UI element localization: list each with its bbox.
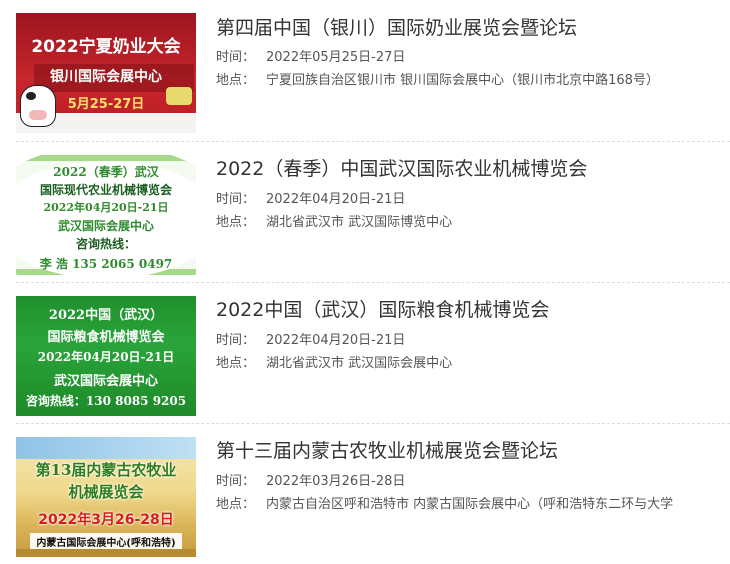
poster-text: 咨询热线：130 8085 9205	[25, 394, 187, 408]
event-time: 时间： 2022年04月20日-21日	[216, 332, 405, 350]
event-poster-link[interactable]: 第13届内蒙古农牧业 机械展览会 2022年3月26-28日 内蒙古国际会展中心…	[16, 437, 196, 557]
event-title-link[interactable]: 2022中国（武汉）国际粮食机械博览会	[216, 297, 549, 323]
list-item: 2022宁夏奶业大会 银川国际会展中心 5月25-27日 第四届中国（银川）国际…	[0, 0, 730, 141]
poster-text: 2022年04月20日-21日	[37, 350, 175, 364]
event-poster-link[interactable]: 2022（春季）武汉 国际现代农业机械博览会 2022年04月20日-21日 武…	[16, 155, 196, 275]
poster-sky	[16, 437, 196, 459]
time-value: 2022年04月20日-21日	[266, 192, 406, 207]
poster-field	[16, 549, 196, 557]
poster-text: 2022年3月26-28日	[38, 512, 174, 528]
poster-text: 2022（春季）武汉	[53, 165, 159, 179]
poster-text: 武汉国际会展中心	[57, 219, 154, 233]
poster-text: 内蒙古国际会展中心(呼和浩特)	[36, 538, 176, 549]
poster-text: 2022中国（武汉）	[48, 308, 164, 323]
time-value: 2022年04月20日-21日	[266, 333, 406, 348]
poster-text: 咨询热线：	[75, 237, 136, 251]
time-value: 2022年03月26日-28日	[266, 474, 406, 489]
time-label: 时间：	[216, 333, 256, 348]
list-item: 2022中国（武汉） 国际粮食机械博览会 2022年04月20日-21日 武汉国…	[0, 282, 730, 423]
time-value: 2022年05月25日-27日	[266, 50, 406, 65]
poster-text: 5月25-27日	[67, 97, 145, 112]
poster-text: 国际粮食机械博览会	[47, 330, 165, 345]
event-title-link[interactable]: 2022（春季）中国武汉国际农业机械博览会	[216, 156, 587, 182]
place-label: 地点：	[216, 497, 256, 512]
poster-text: 2022宁夏奶业大会	[31, 37, 181, 57]
event-place: 地点： 湖北省武汉市 武汉国际会展中心	[216, 355, 452, 373]
event-poster-link[interactable]: 2022中国（武汉） 国际粮食机械博览会 2022年04月20日-21日 武汉国…	[16, 296, 196, 416]
event-title-link[interactable]: 第四届中国（银川）国际奶业展览会暨论坛	[216, 15, 577, 41]
place-label: 地点：	[216, 73, 256, 88]
list-item: 第13届内蒙古农牧业 机械展览会 2022年3月26-28日 内蒙古国际会展中心…	[0, 423, 730, 564]
exhibition-list: 2022宁夏奶业大会 银川国际会展中心 5月25-27日 第四届中国（银川）国际…	[0, 0, 730, 563]
poster-text: 国际现代农业机械博览会	[39, 183, 172, 197]
place-label: 地点：	[216, 356, 256, 371]
divider	[16, 282, 730, 283]
event-poster-link[interactable]: 2022宁夏奶业大会 银川国际会展中心 5月25-27日	[16, 13, 196, 133]
poster-text: 2022年04月20日-21日	[43, 201, 169, 214]
event-place: 地点： 湖北省武汉市 武汉国际博览中心	[216, 214, 452, 232]
place-value: 湖北省武汉市 武汉国际博览中心	[266, 215, 453, 230]
event-time: 时间： 2022年05月25日-27日	[216, 49, 405, 67]
event-title-link[interactable]: 第十三届内蒙古农牧业机械展览会暨论坛	[216, 438, 558, 464]
event-place: 地点： 内蒙古自治区呼和浩特市 内蒙古国际会展中心（呼和浩特东二环与大学	[216, 496, 673, 514]
list-item: 2022（春季）武汉 国际现代农业机械博览会 2022年04月20日-21日 武…	[0, 141, 730, 282]
time-label: 时间：	[216, 50, 256, 65]
event-place: 地点： 宁夏回族自治区银川市 银川国际会展中心（银川市北京中路168号）	[216, 72, 659, 90]
poster-text: 第13届内蒙古农牧业	[35, 461, 177, 479]
place-value: 湖北省武汉市 武汉国际会展中心	[266, 356, 453, 371]
time-label: 时间：	[216, 192, 256, 207]
poster-text: 武汉国际会展中心	[53, 374, 158, 389]
event-time: 时间： 2022年03月26日-28日	[216, 473, 405, 491]
place-value: 内蒙古自治区呼和浩特市 内蒙古国际会展中心（呼和浩特东二环与大学	[266, 497, 674, 512]
divider	[16, 141, 730, 142]
divider	[16, 423, 730, 424]
place-value: 宁夏回族自治区银川市 银川国际会展中心（银川市北京中路168号）	[266, 73, 659, 88]
poster-text: 银川国际会展中心	[50, 69, 162, 85]
event-time: 时间： 2022年04月20日-21日	[216, 191, 405, 209]
poster-text: 李 浩 135 2065 0497	[39, 257, 173, 271]
poster-text: 机械展览会	[68, 483, 144, 501]
time-label: 时间：	[216, 474, 256, 489]
place-label: 地点：	[216, 215, 256, 230]
